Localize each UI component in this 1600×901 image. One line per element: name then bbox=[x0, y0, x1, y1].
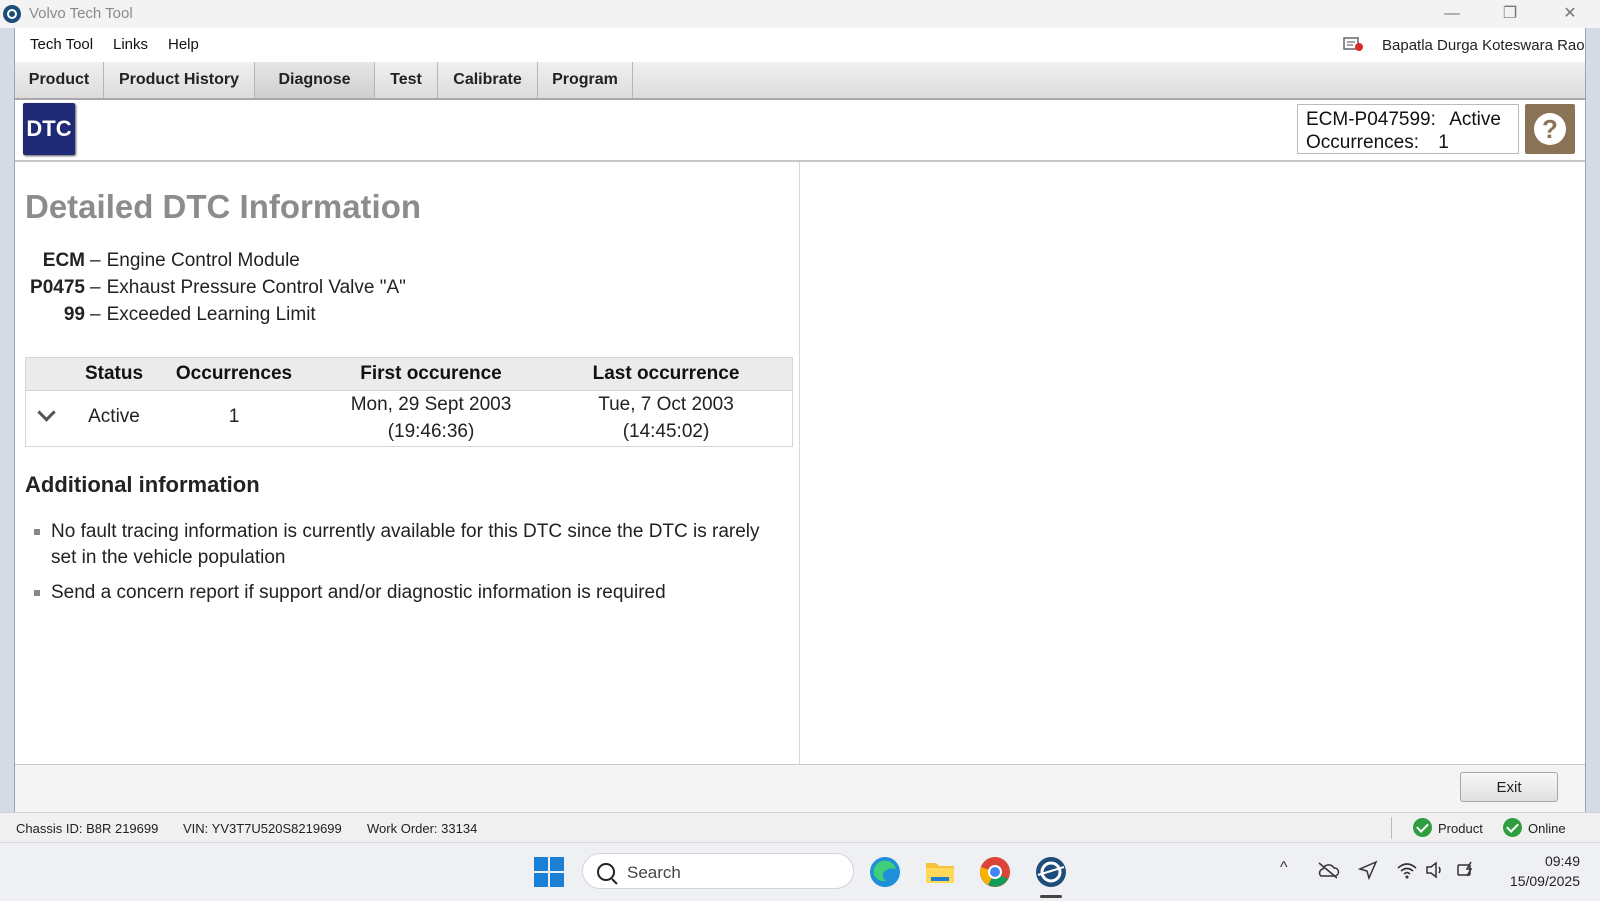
restore-button[interactable]: ❐ bbox=[1486, 0, 1534, 28]
windows-taskbar: Search ^ 09:49 15/09/2025 bbox=[0, 842, 1600, 901]
column-header-first-occurence: First occurence bbox=[360, 363, 502, 384]
occurrences-label: Occurrences: bbox=[1306, 132, 1419, 153]
tech-tool-taskbar-icon[interactable] bbox=[1034, 855, 1068, 889]
action-bar: Exit bbox=[15, 764, 1585, 813]
location-icon[interactable] bbox=[1358, 860, 1378, 880]
ecm-status-line: ECM-P047599: Active bbox=[1306, 108, 1510, 131]
search-icon bbox=[597, 863, 615, 881]
windows-start-icon[interactable] bbox=[534, 857, 564, 887]
vin: VIN: YV3T7U520S8219699 bbox=[183, 821, 342, 836]
row-status: Active bbox=[88, 406, 140, 427]
title-bar: Volvo Tech Tool — ❐ ✕ bbox=[0, 0, 1600, 28]
dtc-occurrence-table: Status Occurrences First occurence Last … bbox=[25, 357, 793, 447]
additional-info-item: No fault tracing information is currentl… bbox=[25, 519, 765, 571]
window-title: Volvo Tech Tool bbox=[29, 5, 133, 22]
code-dash: – bbox=[90, 304, 101, 325]
user-name: Bapatla Durga Koteswara Rao bbox=[1382, 37, 1585, 54]
dtc-badge-icon: DTC bbox=[23, 103, 75, 155]
code-row-99: 99– Exceeded Learning Limit bbox=[15, 304, 316, 326]
file-explorer-icon[interactable] bbox=[923, 855, 957, 889]
tab-test[interactable]: Test bbox=[375, 62, 438, 98]
page-title: Detailed DTC Information bbox=[25, 188, 422, 225]
minimize-button[interactable]: — bbox=[1428, 0, 1476, 28]
close-button[interactable]: ✕ bbox=[1546, 0, 1594, 28]
online-ok-icon bbox=[1503, 818, 1522, 837]
code-label: 99 bbox=[63, 304, 85, 325]
row-last-time: (14:45:02) bbox=[622, 421, 710, 442]
online-status: Online bbox=[1528, 821, 1566, 836]
column-header-last-occurrence: Last occurrence bbox=[592, 363, 740, 384]
menu-help[interactable]: Help bbox=[168, 36, 199, 53]
ecm-occurrences-line: Occurrences: 1 bbox=[1306, 131, 1510, 154]
code-description: Exhaust Pressure Control Valve "A" bbox=[106, 277, 406, 298]
work-order: Work Order: 33134 bbox=[367, 821, 478, 836]
ecm-status-box: ECM-P047599: Active Occurrences: 1 bbox=[1297, 104, 1519, 154]
dtc-header: DTC ECM-P047599: Active Occurrences: 1 ? bbox=[15, 100, 1585, 162]
tab-calibrate[interactable]: Calibrate bbox=[438, 62, 538, 98]
menu-bar: Tech Tool Links Help Bapatla Durga Kotes… bbox=[15, 28, 1585, 62]
column-header-status: Status bbox=[84, 363, 144, 384]
row-last-date: Tue, 7 Oct 2003 bbox=[598, 394, 734, 415]
tab-diagnose[interactable]: Diagnose bbox=[255, 62, 375, 98]
ecm-code: ECM-P047599: bbox=[1306, 109, 1436, 130]
tab-product-history[interactable]: Product History bbox=[104, 62, 255, 98]
additional-info-item: Send a concern report if support and/or … bbox=[25, 580, 765, 606]
taskbar-search[interactable]: Search bbox=[582, 853, 854, 889]
chrome-browser-icon[interactable] bbox=[978, 855, 1012, 889]
code-dash: – bbox=[90, 250, 101, 271]
clock-date: 15/09/2025 bbox=[1509, 873, 1580, 889]
row-first-date: Mon, 29 Sept 2003 bbox=[350, 394, 512, 415]
volvo-tech-tool-logo-icon bbox=[3, 5, 21, 23]
battery-charging-icon[interactable] bbox=[1455, 858, 1477, 880]
onedrive-icon[interactable] bbox=[1316, 860, 1340, 880]
edge-browser-icon[interactable] bbox=[868, 855, 902, 889]
chassis-id: Chassis ID: B8R 219699 bbox=[16, 821, 159, 836]
row-first-time: (19:46:36) bbox=[387, 421, 475, 442]
tab-program[interactable]: Program bbox=[538, 62, 633, 98]
status-bar: Chassis ID: B8R 219699 VIN: YV3T7U520S82… bbox=[0, 812, 1600, 843]
code-label: ECM bbox=[42, 250, 85, 271]
product-ok-icon bbox=[1413, 818, 1432, 837]
column-header-occurrences: Occurrences bbox=[175, 363, 293, 384]
code-dash: – bbox=[90, 277, 101, 298]
wifi-icon[interactable] bbox=[1396, 860, 1418, 880]
tab-product[interactable]: Product bbox=[15, 62, 104, 98]
help-icon: ? bbox=[1534, 113, 1566, 145]
volume-icon[interactable] bbox=[1425, 860, 1445, 880]
occurrences-value: 1 bbox=[1438, 132, 1449, 153]
ecm-status: Active bbox=[1449, 109, 1501, 130]
code-description: Engine Control Module bbox=[106, 250, 300, 271]
dtc-detail-panel: Detailed DTC Information ECM – Engine Cont… bbox=[15, 162, 800, 764]
code-row-p0475: P0475– Exhaust Pressure Control Valve "A" bbox=[15, 277, 406, 299]
row-occurrences: 1 bbox=[228, 406, 240, 427]
window-frame-right bbox=[1585, 28, 1600, 828]
product-status: Product bbox=[1438, 821, 1483, 836]
active-app-indicator bbox=[1040, 895, 1062, 898]
code-description: Exceeded Learning Limit bbox=[106, 304, 316, 325]
additional-info-heading: Additional information bbox=[25, 472, 260, 497]
taskbar-clock[interactable]: 09:49 15/09/2025 bbox=[1490, 851, 1580, 891]
chevron-down-icon[interactable] bbox=[37, 403, 56, 422]
menu-links[interactable]: Links bbox=[113, 36, 148, 53]
exit-button[interactable]: Exit bbox=[1460, 772, 1558, 802]
main-tab-bar: Product Product History Diagnose Test Ca… bbox=[15, 62, 1585, 100]
table-header: Status Occurrences First occurence Last … bbox=[26, 358, 792, 391]
user-status-icon[interactable] bbox=[1343, 36, 1363, 52]
code-label: P0475 bbox=[30, 277, 85, 298]
search-placeholder: Search bbox=[627, 863, 681, 882]
clock-time: 09:49 bbox=[1544, 853, 1580, 869]
help-button[interactable]: ? bbox=[1525, 104, 1575, 154]
status-divider bbox=[1391, 817, 1392, 839]
code-row-ecm: ECM – Engine Control Module bbox=[15, 250, 300, 272]
show-hidden-icons-icon[interactable]: ^ bbox=[1280, 859, 1288, 877]
menu-tech-tool[interactable]: Tech Tool bbox=[30, 36, 93, 53]
window-frame-left bbox=[0, 28, 15, 828]
